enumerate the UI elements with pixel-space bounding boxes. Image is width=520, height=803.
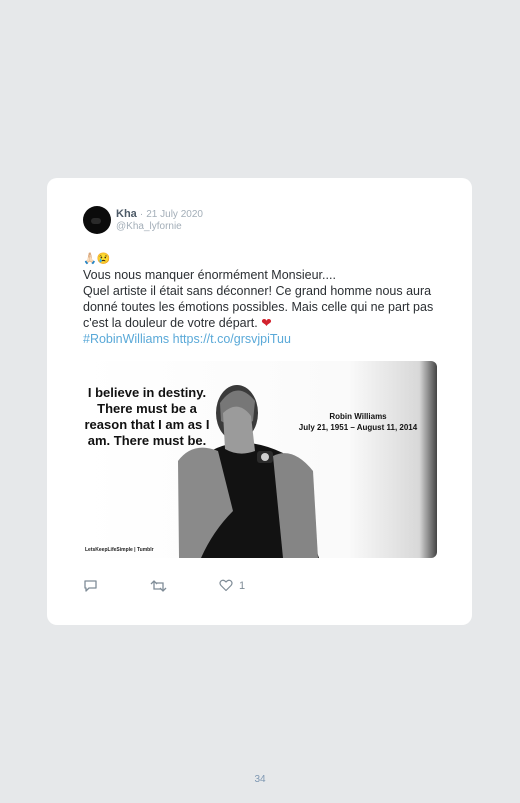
image-quote: I believe in destiny. There must be a re… bbox=[84, 385, 210, 448]
page-number: 34 bbox=[254, 774, 266, 785]
tweet-image[interactable]: I believe in destiny. There must be a re… bbox=[83, 361, 437, 558]
tweet-links: #RobinWilliams https://t.co/grsvjpiTuu bbox=[83, 331, 453, 347]
hashtag-link[interactable]: #RobinWilliams bbox=[83, 332, 169, 346]
reply-button[interactable] bbox=[83, 579, 98, 593]
tweet-card: Kha · 21 July 2020 @Kha_lyfornie 🙏🏻😢 Vou… bbox=[47, 178, 472, 625]
tweet-header: Kha · 21 July 2020 bbox=[116, 208, 203, 220]
separator: · bbox=[139, 209, 144, 220]
tweet-date: 21 July 2020 bbox=[146, 209, 203, 220]
like-count: 1 bbox=[239, 579, 246, 592]
tweet-line: Vous nous manquer énormément Monsieur...… bbox=[83, 268, 336, 282]
image-person-name: Robin Williams bbox=[329, 412, 387, 421]
author-handle[interactable]: @Kha_lyfornie bbox=[116, 221, 182, 232]
tweet-line-text: Quel artiste il était sans déconner! Ce … bbox=[83, 284, 434, 330]
tweet-actions: 1 bbox=[83, 579, 283, 599]
retweet-icon bbox=[150, 580, 167, 592]
author-name[interactable]: Kha bbox=[116, 208, 137, 220]
retweet-button[interactable] bbox=[150, 579, 167, 593]
tweet-text: Vous nous manquer énormément Monsieur...… bbox=[83, 267, 453, 347]
url-link[interactable]: https://t.co/grsvjpiTuu bbox=[173, 332, 291, 346]
like-button[interactable]: 1 bbox=[219, 579, 245, 592]
heart-icon bbox=[219, 579, 233, 592]
reply-icon bbox=[84, 580, 97, 592]
avatar[interactable] bbox=[83, 206, 111, 234]
image-watermark: LetsKeepLifeSimple | Tumblr bbox=[85, 547, 154, 553]
emoji-line: 🙏🏻😢 bbox=[83, 253, 111, 265]
tweet-line: Quel artiste il était sans déconner! Ce … bbox=[83, 283, 453, 331]
image-person-dates: July 21, 1951 – August 11, 2014 bbox=[298, 423, 418, 432]
heart-emoji: ❤ bbox=[261, 316, 272, 330]
